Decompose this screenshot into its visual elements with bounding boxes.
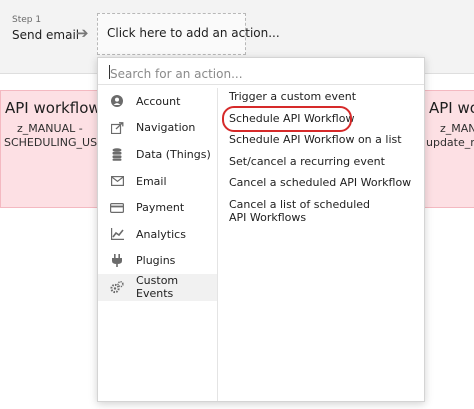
action-search-input[interactable]: [98, 58, 424, 85]
category-label: Data (Things): [136, 147, 211, 161]
action-set-cancel-recurring-event[interactable]: Set/cancel a recurring event: [229, 155, 424, 168]
credit-card-icon: [110, 201, 124, 215]
envelope-icon: [110, 174, 124, 188]
category-label: Navigation: [136, 121, 196, 135]
action-dropdown: Account Navigation Data (Things) Email P…: [97, 57, 425, 402]
action-cancel-list-scheduled-api-workflows[interactable]: Cancel a list of scheduled API Workflows: [229, 198, 379, 224]
api-workflow-name-line1: z_MANUAL -: [17, 122, 83, 135]
action-list: Trigger a custom event Schedule API Work…: [222, 90, 424, 232]
api-workflow-card-left[interactable]: API workflow z_MANUAL - SCHEDULING_USERS: [0, 90, 104, 208]
gears-icon: [110, 280, 124, 294]
action-cancel-scheduled-api-workflow[interactable]: Cancel a scheduled API Workflow: [229, 176, 424, 189]
bar-chart-icon: [110, 227, 124, 241]
arrow-right-icon: ➔: [76, 24, 89, 42]
step-number: Step 1: [12, 15, 42, 25]
step-title: Send email: [12, 28, 80, 42]
api-workflow-title: API workflow: [5, 99, 101, 117]
database-icon: [110, 147, 124, 161]
action-schedule-api-workflow[interactable]: Schedule API Workflow: [222, 105, 424, 132]
category-plugins[interactable]: Plugins: [98, 248, 217, 275]
highlight-circle: [222, 105, 352, 132]
category-email[interactable]: Email: [98, 168, 217, 195]
category-list: Account Navigation Data (Things) Email P…: [98, 88, 218, 401]
category-account[interactable]: Account: [98, 88, 217, 115]
navigation-icon: [110, 121, 124, 135]
text-cursor: [109, 65, 110, 79]
add-action-button[interactable]: Click here to add an action...: [97, 13, 280, 55]
action-schedule-api-workflow-on-list[interactable]: Schedule API Workflow on a list: [229, 133, 424, 146]
category-custom-events[interactable]: Custom Events: [98, 274, 217, 301]
action-trigger-custom-event[interactable]: Trigger a custom event: [229, 90, 424, 103]
api-workflow-name-line2: update_rec: [426, 136, 474, 149]
user-icon: [110, 94, 124, 108]
category-label: Payment: [136, 201, 185, 215]
category-analytics[interactable]: Analytics: [98, 221, 217, 248]
category-label: Custom Events: [136, 274, 179, 301]
category-data[interactable]: Data (Things): [98, 141, 217, 168]
category-label: Account: [136, 94, 181, 108]
category-label: Analytics: [136, 227, 186, 241]
api-workflow-card-right[interactable]: API wo z_MANU update_rec: [422, 90, 474, 208]
api-workflow-name-line2: SCHEDULING_USERS: [4, 136, 103, 149]
step-card[interactable]: Step 1 Send email: [12, 15, 79, 42]
api-workflow-title: API wo: [429, 99, 474, 117]
category-label: Plugins: [136, 254, 176, 268]
api-workflow-name-line1: z_MANU: [440, 122, 474, 135]
plug-icon: [110, 254, 124, 268]
category-label: Email: [136, 174, 167, 188]
category-navigation[interactable]: Navigation: [98, 115, 217, 142]
category-payment[interactable]: Payment: [98, 194, 217, 221]
